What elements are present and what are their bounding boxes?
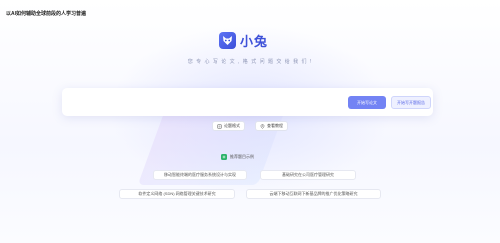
format-chip[interactable]: 论题格式 <box>212 121 245 131</box>
suggestion-item[interactable]: 软件定义网络 (SDN) 网络管理关键技术研究 <box>119 189 235 199</box>
document-icon <box>217 123 222 129</box>
tutorial-chip[interactable]: 查看教程 <box>255 121 288 131</box>
format-chip-label: 论题格式 <box>224 123 240 128</box>
write-proposal-button[interactable]: 开始写开题报告 <box>391 96 431 109</box>
write-paper-button[interactable]: 开始写论文 <box>348 96 386 109</box>
suggestion-item[interactable]: 移动智能终端的医疗服务系统设计与实现 <box>153 170 247 180</box>
location-pin-icon <box>260 123 265 129</box>
suggestion-item[interactable]: 云端下移动互联网下新基品牌的推广优化策略研究 <box>246 189 381 199</box>
logo-text: 小兔 <box>240 34 269 49</box>
search-input[interactable]: 以AI如何辅助全球前段的人学习普遍 <box>6 10 86 17</box>
suggestions-heading: 推荐题目示例 <box>221 154 254 160</box>
slogan: 您 专 心 写 论 文 , 格 式 问 题 交 给 我 们 ! <box>187 59 313 65</box>
suggestion-item[interactable]: 基础研究在公司医疗管理研究 <box>260 170 356 180</box>
logo: 小兔 <box>219 31 268 50</box>
suggestions-heading-label: 推荐题目示例 <box>230 154 254 159</box>
sparkle-icon <box>221 154 227 160</box>
tutorial-chip-label: 查看教程 <box>267 123 283 128</box>
fox-mask-icon <box>219 32 236 49</box>
